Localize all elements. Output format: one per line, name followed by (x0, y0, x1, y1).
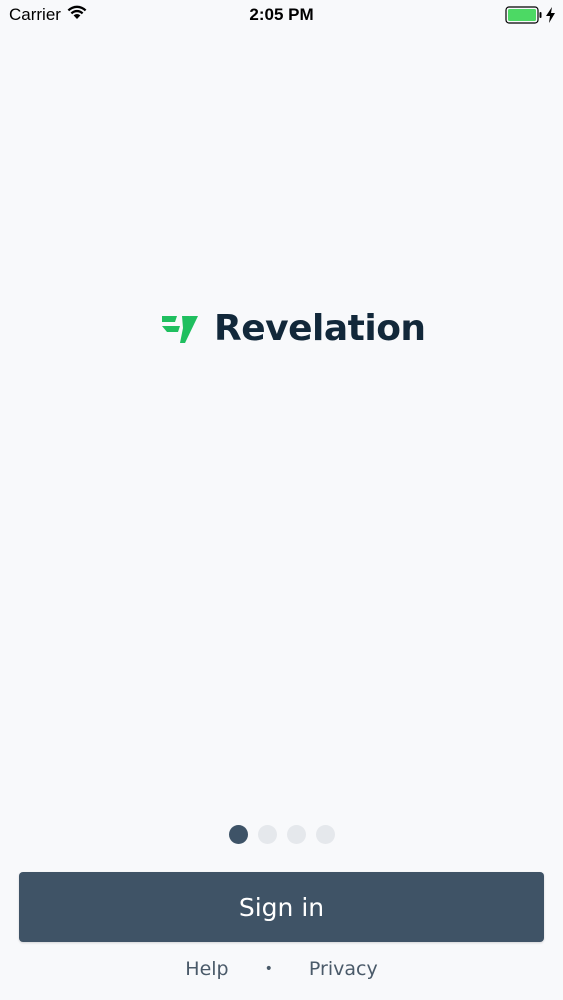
privacy-link[interactable]: Privacy (309, 958, 378, 980)
brand-mark-icon (160, 313, 200, 345)
status-right (505, 6, 555, 29)
page-dot-4[interactable] (315, 825, 335, 844)
page-indicator (0, 825, 563, 844)
footer-separator: • (264, 961, 273, 977)
status-time: 2:05 PM (249, 5, 314, 24)
page-dot-2[interactable] (257, 825, 277, 844)
brand-name: Revelation (214, 308, 426, 349)
footer-links: Help • Privacy (0, 958, 563, 980)
page-dot-3[interactable] (286, 825, 306, 844)
page-dot-1[interactable] (228, 825, 248, 844)
help-link[interactable]: Help (185, 958, 228, 980)
charging-bolt-icon (546, 7, 555, 28)
battery-icon (505, 6, 543, 29)
brand-logo: Revelation (160, 308, 426, 349)
sign-in-button[interactable]: Sign in (19, 872, 544, 942)
status-bar: Carrier 2:05 PM (0, 0, 563, 30)
